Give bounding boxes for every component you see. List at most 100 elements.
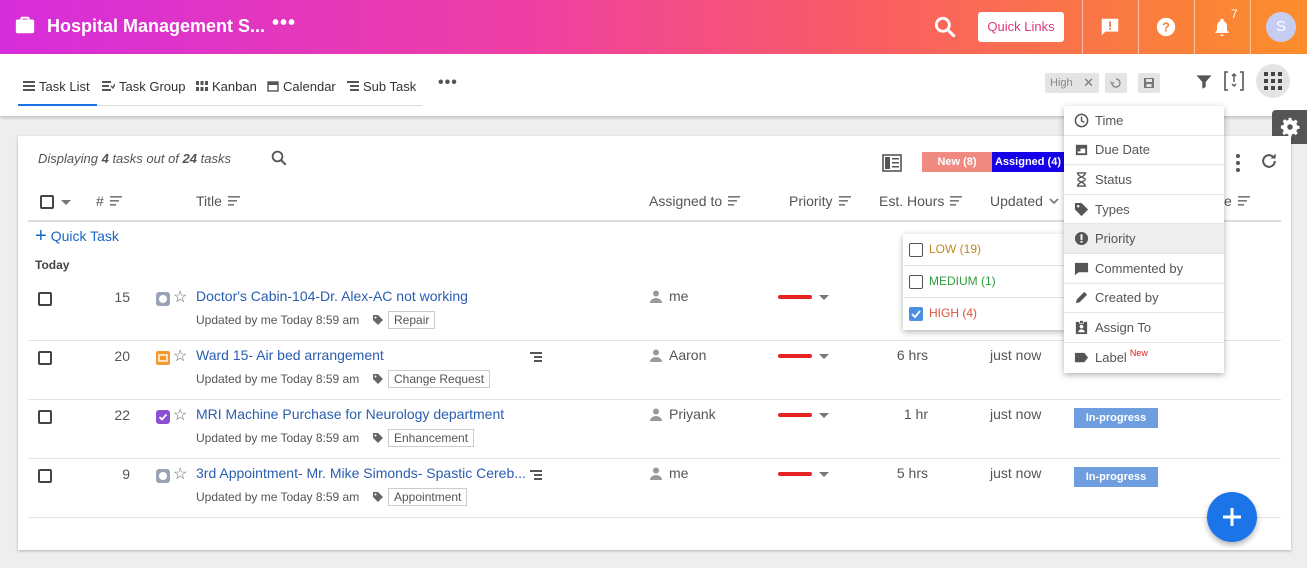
status-badge[interactable]: In-progress [1074,408,1158,428]
priority-option-medium[interactable]: MEDIUM (1) [903,266,1065,298]
more-vertical-icon[interactable] [1235,153,1241,173]
tab-task-group[interactable]: Task Group [102,74,185,98]
status-pill-new[interactable]: New (8) [922,152,992,172]
person-icon [650,467,662,480]
priority-checkbox[interactable] [909,307,923,321]
help-button[interactable]: ? [1138,0,1193,54]
task-title[interactable]: Doctor's Cabin-104-Dr. Alex-AC not worki… [196,288,468,304]
filter-chip-label: High [1050,77,1073,89]
priority-filter-dropdown: LOW (19) MEDIUM (1) HIGH (4) [903,234,1065,330]
task-tag[interactable]: Change Request [372,370,491,388]
column-header-hours[interactable]: Est. Hours [879,193,963,209]
menu-item-created-by[interactable]: Created by [1064,284,1224,314]
refresh-icon[interactable] [1259,151,1279,171]
task-assignee[interactable]: Aaron [669,347,706,363]
assign-icon [1075,320,1088,335]
tab-kanban[interactable]: Kanban [196,74,257,98]
table-row[interactable]: 9 ☆ 3rd Appointment- Mr. Mike Simonds- S… [28,459,1281,518]
priority-option-high[interactable]: HIGH (4) [903,298,1065,330]
task-assignee[interactable]: me [669,288,688,304]
column-header-number[interactable]: # [96,193,122,209]
save-filter-button[interactable] [1138,73,1160,93]
avatar[interactable]: S [1266,12,1296,42]
priority-option-low[interactable]: LOW (19) [903,234,1065,266]
search-icon[interactable] [932,14,958,40]
column-header-priority[interactable]: Priority [789,193,851,209]
plus-icon [1223,508,1241,526]
priority-indicator[interactable] [778,354,812,358]
tab-sub-task[interactable]: Sub Task [347,74,416,98]
search-icon[interactable] [270,149,288,167]
star-icon[interactable]: ☆ [173,405,187,425]
task-updated: just now [990,347,1042,363]
feedback-button[interactable] [1082,0,1137,54]
priority-checkbox[interactable] [909,243,923,257]
row-checkbox[interactable] [38,351,52,365]
task-title[interactable]: Ward 15- Air bed arrangement [196,347,384,363]
row-checkbox[interactable] [38,292,52,306]
priority-indicator[interactable] [778,413,812,417]
select-all-checkbox[interactable] [40,195,54,209]
star-icon[interactable]: ☆ [173,287,187,307]
priority-option-label: MEDIUM (1) [929,274,996,288]
priority-indicator[interactable] [778,472,812,476]
filter-chip-high[interactable]: High ✕ [1045,73,1099,93]
bell-icon [1214,18,1229,37]
check-icon [910,309,921,318]
column-header-title[interactable]: Title [196,193,240,209]
plus-icon: + [35,225,47,247]
reset-filter-button[interactable] [1105,73,1127,93]
add-task-button[interactable] [1207,492,1257,542]
task-tag[interactable]: Repair [372,311,436,329]
menu-item-commented-by[interactable]: Commented by [1064,254,1224,284]
star-icon[interactable]: ☆ [173,464,187,484]
sort-icon [1237,196,1250,206]
priority-checkbox[interactable] [909,275,923,289]
column-header-updated[interactable]: Updated [990,193,1059,209]
task-assignee[interactable]: me [669,465,688,481]
task-updated-by: Updated by me Today 8:59 am [196,313,360,327]
group-label: Today [35,258,70,272]
task-tag[interactable]: Appointment [372,488,468,506]
column-header-assigned[interactable]: Assigned to [649,193,741,209]
notifications-button[interactable] [1194,0,1249,54]
task-updated: just now [990,465,1042,481]
menu-item-label[interactable]: Label New [1064,343,1224,373]
filter-icon[interactable] [1194,71,1214,93]
title-more-icon[interactable]: ••• [272,12,296,35]
task-assignee[interactable]: Priyank [669,406,716,422]
priority-indicator[interactable] [778,295,812,299]
menu-item-types[interactable]: Types [1064,195,1224,225]
chevron-down-icon[interactable] [819,413,829,418]
columns-sort-icon[interactable] [1222,69,1246,93]
menu-item-status[interactable]: Status [1064,165,1224,195]
panel-toggle-icon[interactable] [882,154,902,172]
menu-item-due-date[interactable]: Due Date [1064,136,1224,166]
task-title[interactable]: MRI Machine Purchase for Neurology depar… [196,406,504,422]
tab-task-list[interactable]: Task List [23,74,90,98]
chevron-down-icon[interactable] [61,200,71,205]
column-chooser-button[interactable] [1256,64,1290,98]
task-title[interactable]: 3rd Appointment- Mr. Mike Simonds- Spast… [196,465,526,481]
table-row[interactable]: 22 ☆ MRI Machine Purchase for Neurology … [28,400,1281,459]
row-checkbox[interactable] [38,469,52,483]
chevron-down-icon[interactable] [819,295,829,300]
menu-item-time[interactable]: Time [1064,106,1224,136]
tab-calendar[interactable]: Calendar [267,74,336,98]
task-tag[interactable]: Enhancement [372,429,475,447]
close-icon[interactable]: ✕ [1083,73,1094,93]
menu-item-priority[interactable]: Priority [1064,224,1224,254]
tag-icon [373,374,383,384]
task-updated: just now [990,406,1042,422]
more-views-icon[interactable]: ••• [438,74,458,92]
menu-item-assign-to[interactable]: Assign To [1064,313,1224,343]
chevron-down-icon[interactable] [819,354,829,359]
quick-task-button[interactable]: + Quick Task [35,225,119,247]
status-badge[interactable]: In-progress [1074,467,1158,487]
row-checkbox[interactable] [38,410,52,424]
chevron-down-icon[interactable] [819,472,829,477]
quick-links-button[interactable]: Quick Links [978,12,1064,42]
status-pill-assigned[interactable]: Assigned (4) [992,152,1064,172]
column-header-status[interactable]: e [1224,193,1250,209]
star-icon[interactable]: ☆ [173,346,187,366]
